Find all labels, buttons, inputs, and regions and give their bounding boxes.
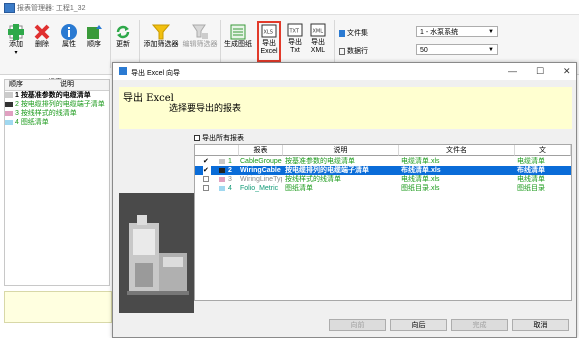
report-icon	[219, 186, 225, 191]
list-item[interactable]: 3 按线样式的线清单	[5, 109, 109, 118]
app-title: 报表管理器: 工程1_32	[17, 5, 86, 12]
col-order-header: 顺序	[9, 81, 23, 88]
add-filter-button[interactable]: 添加筛选器	[142, 23, 180, 49]
data-rows-icon	[339, 47, 345, 55]
app-icon	[4, 3, 15, 13]
export-excel-button[interactable]: XLS 导出 Excel	[257, 21, 281, 62]
xml-icon: XML	[310, 23, 326, 37]
rows-select[interactable]: 50 ▼	[416, 44, 498, 55]
edit-filter-button[interactable]: 编辑筛选器	[181, 23, 219, 49]
grid-header-desc[interactable]: 说明	[283, 145, 399, 156]
system-select[interactable]: 1 - 水泵系统 ▼	[416, 26, 498, 37]
row-checkbox[interactable]: ✔	[203, 166, 211, 175]
add-dropdown-arrow[interactable]: ▾	[6, 49, 26, 57]
close-icon[interactable]: ✕	[563, 66, 571, 77]
report-icon	[219, 168, 225, 173]
maximize-icon[interactable]: ☐	[536, 66, 544, 77]
file-set-button[interactable]: 文件集	[339, 28, 368, 38]
dialog-title: 导出 Excel 向导	[131, 70, 181, 77]
data-rows-button[interactable]: 数据行	[339, 46, 368, 56]
grid-header-file[interactable]: 文件名	[399, 145, 515, 156]
report-list-header: 顺序 说明	[5, 80, 109, 91]
xls-icon: XLS	[261, 24, 277, 38]
delete-button[interactable]: 删除	[32, 23, 52, 49]
ribbon-separator	[139, 20, 140, 68]
list-item[interactable]: 1 按基准参数的电缆清单	[5, 91, 109, 100]
order-button[interactable]: 顺序	[84, 23, 104, 49]
filter-icon	[151, 23, 171, 40]
export-xml-button[interactable]: XML 导出 XML	[308, 23, 328, 55]
report-icon	[5, 92, 13, 99]
properties-button[interactable]: 属性	[59, 23, 79, 49]
svg-text:XLS: XLS	[264, 30, 273, 36]
row-checkbox[interactable]	[203, 185, 209, 191]
update-button[interactable]: 更新	[113, 23, 133, 49]
next-button[interactable]: 向后	[390, 319, 447, 331]
ribbon-separator	[110, 20, 111, 68]
table-row[interactable]: ✔ 2 WiringCable 按电缆排列的电缆端子清单 布线清单.xls 布线…	[195, 166, 571, 175]
txt-icon: TXT	[287, 23, 303, 37]
svg-text:XML: XML	[313, 29, 324, 35]
finish-button[interactable]: 完成	[451, 319, 508, 331]
machine-illustration	[119, 193, 194, 313]
grid-header-report[interactable]: 报表	[239, 145, 283, 156]
info-panel	[4, 291, 112, 323]
edit-filter-icon	[191, 23, 209, 39]
generate-drawing-button[interactable]: 生成图纸	[222, 23, 254, 49]
export-txt-button[interactable]: TXT 导出 Txt	[285, 23, 305, 55]
minimize-icon[interactable]: —	[508, 66, 517, 76]
info-icon	[60, 23, 78, 40]
col-desc-header: 说明	[59, 81, 74, 88]
refresh-icon	[114, 23, 132, 39]
wizard-header: 导出 Excel 选择要导出的报表	[119, 87, 572, 129]
export-all-checkbox[interactable]: 导出所有报表	[194, 133, 244, 143]
report-grid: 报表 说明 文件名 文 ✔ 1 CableGrouped 按基准参数的电缆清单 …	[194, 144, 572, 301]
drawing-icon	[229, 23, 247, 40]
report-icon	[5, 101, 13, 107]
add-icon	[7, 23, 25, 40]
add-button[interactable]: 添加 ▾	[6, 23, 26, 57]
chevron-down-icon: ▼	[488, 29, 494, 35]
report-icon	[219, 177, 225, 182]
chevron-down-icon: ▼	[488, 47, 494, 53]
table-row[interactable]: 4 Folio_Metric 图纸清单 图纸目录.xls 图纸目录	[195, 184, 571, 193]
checkbox[interactable]	[194, 135, 200, 142]
list-item[interactable]: 2 按电缆排列的电缆端子清单	[5, 100, 109, 109]
report-icon	[219, 159, 225, 164]
row-checkbox[interactable]: ✔	[203, 157, 211, 166]
table-row[interactable]: ✔ 1 CableGrouped 按基准参数的电缆清单 电缆清单.xls 电缆清…	[195, 157, 571, 166]
report-list-panel: 顺序 说明 1 按基准参数的电缆清单 2 按电缆排列的电缆端子清单 3 按线样式…	[4, 79, 110, 286]
file-set-icon	[339, 29, 345, 37]
ribbon-separator	[220, 20, 221, 68]
app-title-bar: 报表管理器: 工程1_32	[0, 0, 579, 15]
dialog-title-bar: 导出 Excel 向导 — ☐ ✕	[113, 63, 576, 80]
delete-icon	[33, 23, 51, 40]
row-checkbox[interactable]	[203, 176, 209, 182]
report-icon	[5, 119, 13, 125]
dialog-icon	[119, 67, 127, 75]
svg-text:TXT: TXT	[289, 29, 300, 35]
grid-header-extra[interactable]: 文	[515, 145, 571, 156]
cancel-button[interactable]: 取消	[512, 319, 569, 331]
grid-header-blank	[195, 145, 239, 156]
table-row[interactable]: 3 WiringLineTyp 按线样式的线清单 电线清单.xls 电线清单	[195, 175, 571, 184]
export-excel-dialog: 导出 Excel 向导 — ☐ ✕ 导出 Excel 选择要导出的报表 导出所有…	[112, 62, 577, 338]
ribbon-separator	[334, 20, 335, 68]
report-icon	[5, 110, 13, 116]
wizard-heading: 导出 Excel	[123, 93, 174, 104]
list-item[interactable]: 4 图纸清单	[5, 118, 109, 127]
wizard-subheading: 选择要导出的报表	[169, 104, 242, 114]
back-button[interactable]: 向前	[329, 319, 386, 331]
order-icon	[85, 23, 103, 39]
